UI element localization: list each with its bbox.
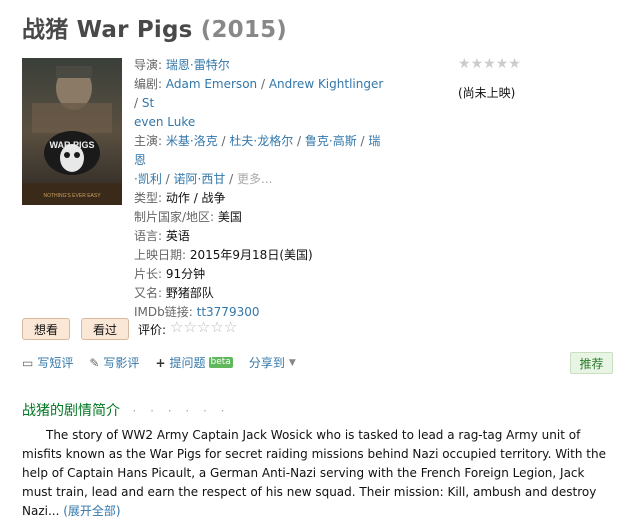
movie-info: 导演: 瑞恩·雷特尔 编剧: Adam Emerson / Andrew Kig…	[134, 56, 384, 322]
release-value: 2015年9月18日(美国)	[189, 248, 313, 262]
writer-link-3a[interactable]: St	[142, 96, 154, 110]
star-icon: ★	[495, 56, 509, 72]
language-value: 英语	[165, 229, 190, 243]
action-bar: ▭ 写短评 ✎ 写影评 + 提问题 beta 分享到 ▼	[22, 354, 312, 371]
cast-link-3[interactable]: 鲁克·高斯	[305, 134, 357, 148]
rate-label: 评价:	[138, 323, 167, 337]
country-label: 制片国家/地区:	[134, 210, 215, 224]
star-icon: ★	[470, 56, 484, 72]
rating-stars: ★ ★ ★ ★ ★	[458, 56, 608, 72]
runtime-row: 片长: 91分钟	[134, 265, 384, 284]
language-row: 语言: 英语	[134, 227, 384, 246]
synopsis-dots: · · · · · ·	[132, 404, 230, 418]
star-icon: ★	[508, 56, 521, 72]
star-outline-icon[interactable]: ☆	[197, 318, 210, 336]
runtime-value: 91分钟	[165, 267, 206, 281]
share-label: 分享到	[248, 356, 285, 370]
cast-more-link[interactable]: 更多...	[237, 172, 272, 186]
writer-row: 编剧: Adam Emerson / Andrew Kightlinger / …	[134, 77, 384, 110]
genre-row: 类型: 动作 / 战争	[134, 189, 384, 208]
director-link[interactable]: 瑞恩·雷特尔	[166, 58, 230, 72]
short-review-label: 写短评	[37, 356, 74, 370]
writer-link-1[interactable]: Adam Emerson	[166, 77, 257, 91]
want-to-watch-button[interactable]: 想看	[22, 318, 70, 340]
director-row: 导演: 瑞恩·雷特尔	[134, 56, 384, 75]
plus-icon: +	[155, 355, 166, 370]
imdb-link[interactable]: tt3779300	[197, 305, 260, 319]
star-outline-icon[interactable]: ☆	[183, 318, 196, 336]
synopsis-title: 战猪的剧情简介	[22, 403, 120, 419]
aka-value: 野猪部队	[165, 286, 214, 300]
rating-box: ★ ★ ★ ★ ★ (尚未上映)	[458, 56, 608, 101]
movie-title: 战猪 War Pigs	[22, 17, 193, 43]
writer-row-cont: even Luke	[134, 113, 384, 132]
language-label: 语言:	[134, 229, 163, 243]
cast-link-1[interactable]: 米基·洛克	[166, 134, 218, 148]
genre-value: 动作 / 战争	[165, 191, 226, 205]
recommend-button[interactable]: 推荐	[570, 352, 613, 374]
release-row: 上映日期: 2015年9月18日(美国)	[134, 246, 384, 265]
chevron-down-icon: ▼	[288, 357, 296, 368]
cast-link-5[interactable]: 诺阿·西甘	[174, 172, 226, 186]
comment-icon: ▭	[22, 355, 34, 370]
movie-poster[interactable]: WAR PIGS NOTHING'S EVER EASY	[22, 58, 122, 205]
beta-badge: beta	[208, 357, 233, 368]
imdb-label: IMDb链接:	[134, 305, 193, 319]
poster-tagline: NOTHING'S EVER EASY	[43, 193, 101, 199]
cast-row-cont: ·凯利 / 诺阿·西甘 / 更多...	[134, 172, 273, 186]
cast-link-2[interactable]: 杜夫·龙格尔	[229, 134, 293, 148]
writer-link-3b[interactable]: even Luke	[134, 115, 195, 129]
cast-link-4b[interactable]: ·凯利	[134, 172, 162, 186]
rate-stars-input[interactable]: ☆ ☆ ☆ ☆ ☆	[170, 318, 237, 336]
director-label: 导演:	[134, 58, 163, 72]
aka-label: 又名:	[134, 286, 163, 300]
genre-label: 类型:	[134, 191, 163, 205]
writer-label: 编剧:	[134, 77, 163, 91]
star-outline-icon[interactable]: ☆	[224, 318, 237, 336]
expand-all-link[interactable]: (展开全部)	[63, 504, 120, 518]
poster-badge-text: WAR PIGS	[49, 140, 94, 150]
cast-row: 主演: 米基·洛克 / 杜夫·龙格尔 / 鲁克·高斯 / 瑞恩	[134, 134, 381, 167]
rating-status: (尚未上映)	[458, 86, 516, 100]
watched-button[interactable]: 看过	[81, 318, 129, 340]
page-title: 战猪 War Pigs (2015)	[22, 10, 287, 44]
runtime-label: 片长:	[134, 267, 163, 281]
question-label: 提问题	[169, 356, 206, 370]
pencil-icon: ✎	[89, 355, 100, 370]
star-icon: ★	[458, 56, 471, 72]
star-outline-icon[interactable]: ☆	[210, 318, 223, 336]
share-dropdown[interactable]: 分享到 ▼	[249, 354, 296, 371]
movie-year: (2015)	[200, 17, 287, 43]
review-label: 写影评	[103, 356, 140, 370]
ask-question-link[interactable]: + 提问题 beta	[155, 354, 233, 371]
star-outline-icon[interactable]: ☆	[170, 318, 183, 336]
synopsis-text: The story of WW2 Army Captain Jack Wosic…	[22, 426, 612, 521]
star-icon: ★	[483, 56, 496, 72]
country-row: 制片国家/地区: 美国	[134, 208, 384, 227]
cast-label: 主演:	[134, 134, 163, 148]
aka-row: 又名: 野猪部队	[134, 284, 384, 303]
writer-link-2[interactable]: Andrew Kightlinger	[269, 77, 383, 91]
synopsis-heading: 战猪的剧情简介 · · · · · ·	[22, 400, 229, 420]
country-value: 美国	[217, 210, 242, 224]
write-review-link[interactable]: ✎ 写影评	[89, 354, 139, 371]
release-label: 上映日期:	[134, 248, 187, 262]
write-short-review-link[interactable]: ▭ 写短评	[22, 354, 73, 371]
